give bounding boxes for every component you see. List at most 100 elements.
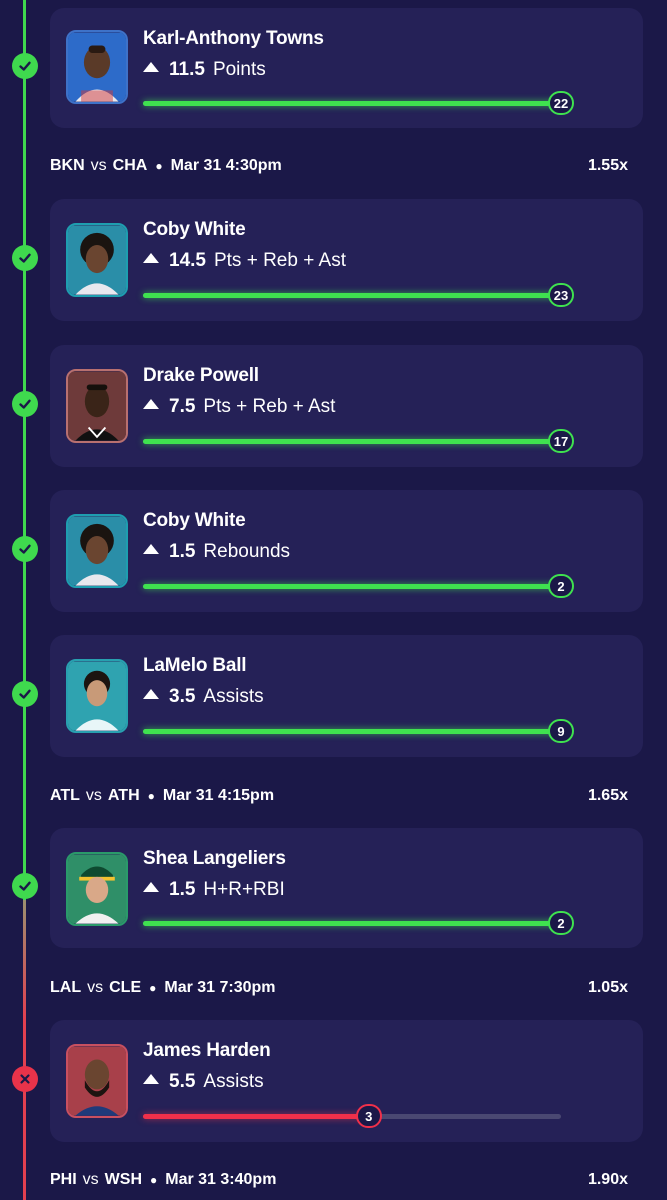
pick-card[interactable]: LaMelo Ball 3.5 Assists 9: [50, 635, 643, 757]
pick-line: 11.5 Points: [143, 59, 266, 81]
team-away: CHA: [112, 157, 148, 174]
team-away: CLE: [109, 979, 142, 996]
line-value: 1.5: [169, 879, 196, 900]
pick-card[interactable]: Shea Langeliers 1.5 H+R+RBI 2: [50, 828, 643, 948]
progress-fill: [143, 439, 561, 444]
stat-type: H+R+RBI: [203, 879, 285, 900]
pick-card[interactable]: Drake Powell 7.5 Pts + Reb + Ast 17: [50, 345, 643, 467]
over-arrow-icon: [143, 62, 159, 72]
matchup-row: BKN vs CHA ● Mar 31 4:30pm 1.55x: [50, 157, 628, 175]
pick-line: 5.5 Assists: [143, 1071, 264, 1093]
actual-value-badge: 22: [548, 91, 574, 115]
over-arrow-icon: [143, 882, 159, 892]
payout-multiplier: 1.05x: [587, 979, 628, 996]
check-icon: [12, 53, 38, 79]
progress-track: 22: [143, 91, 574, 115]
over-arrow-icon: [143, 689, 159, 699]
check-icon: [12, 245, 38, 271]
pick-card[interactable]: Karl-Anthony Towns 11.5 Points 22: [50, 8, 643, 128]
stat-type: Assists: [203, 686, 264, 707]
stat-type: Rebounds: [203, 541, 291, 562]
avatar: [66, 30, 128, 104]
avatar: [66, 223, 128, 297]
player-name: James Harden: [143, 1040, 271, 1061]
check-icon: [12, 391, 38, 417]
picks-feed: Karl-Anthony Towns 11.5 Points 22 BKN vs…: [0, 0, 667, 1200]
pick-line: 3.5 Assists: [143, 686, 264, 708]
progress-track: 17: [143, 429, 574, 453]
vs-label: vs: [82, 1171, 99, 1188]
progress-fill: [143, 921, 561, 926]
pick-line: 1.5 Rebounds: [143, 541, 290, 563]
pick-line: 7.5 Pts + Reb + Ast: [143, 396, 335, 418]
game-time: Mar 31 4:15pm: [162, 787, 275, 804]
vs-label: vs: [85, 787, 102, 804]
matchup-row: PHI vs WSH ● Mar 31 3:40pm 1.90x: [50, 1171, 628, 1189]
pick-line: 14.5 Pts + Reb + Ast: [143, 250, 346, 272]
progress-track: 2: [143, 911, 574, 935]
player-name: Coby White: [143, 510, 246, 531]
separator-dot: ●: [150, 1173, 158, 1187]
progress-track: 9: [143, 719, 574, 743]
check-icon: [12, 536, 38, 562]
payout-multiplier: 1.90x: [587, 1171, 628, 1188]
line-value: 14.5: [169, 250, 206, 271]
progress-track: 23: [143, 283, 574, 307]
stat-type: Pts + Reb + Ast: [203, 396, 336, 417]
avatar: [66, 369, 128, 443]
progress-fill: [143, 729, 561, 734]
vs-label: vs: [90, 157, 107, 174]
payout-multiplier: 1.65x: [587, 787, 628, 804]
pick-card[interactable]: Coby White 1.5 Rebounds 2: [50, 490, 643, 612]
team-away: ATH: [107, 787, 140, 804]
progress-track: 3: [143, 1104, 561, 1128]
timeline-rail-transition: [23, 900, 26, 1020]
pick-card[interactable]: Coby White 14.5 Pts + Reb + Ast 23: [50, 199, 643, 321]
line-value: 7.5: [169, 396, 196, 417]
progress-track: 2: [143, 574, 574, 598]
team-home: BKN: [50, 157, 85, 174]
game-time: Mar 31 7:30pm: [164, 979, 276, 996]
over-arrow-icon: [143, 399, 159, 409]
separator-dot: ●: [149, 981, 157, 995]
game-time: Mar 31 4:30pm: [170, 157, 282, 174]
actual-value-badge: 23: [548, 283, 574, 307]
progress-fill: [143, 293, 561, 298]
team-home: PHI: [50, 1171, 77, 1188]
matchup-row: ATL vs ATH ● Mar 31 4:15pm 1.65x: [50, 787, 628, 805]
avatar: [66, 1044, 128, 1118]
team-home: ATL: [50, 787, 80, 804]
pick-line: 1.5 H+R+RBI: [143, 879, 285, 901]
actual-value-badge: 2: [548, 574, 574, 598]
player-name: Coby White: [143, 219, 246, 240]
team-home: LAL: [50, 979, 82, 996]
team-away: WSH: [104, 1171, 142, 1188]
line-value: 1.5: [169, 541, 196, 562]
stat-type: Points: [212, 59, 266, 80]
check-icon: [12, 873, 38, 899]
avatar: [66, 659, 128, 733]
avatar: [66, 852, 128, 926]
player-name: Drake Powell: [143, 365, 259, 386]
player-name: Shea Langeliers: [143, 848, 286, 869]
line-value: 5.5: [169, 1071, 196, 1092]
vs-label: vs: [87, 979, 104, 996]
progress-fill: [143, 101, 561, 106]
line-value: 11.5: [169, 59, 205, 80]
check-icon: [12, 681, 38, 707]
matchup-row: LAL vs CLE ● Mar 31 7:30pm 1.05x: [50, 979, 628, 997]
avatar: [66, 514, 128, 588]
x-icon: [12, 1066, 38, 1092]
separator-dot: ●: [155, 159, 163, 173]
game-time: Mar 31 3:40pm: [165, 1171, 277, 1188]
stat-type: Assists: [203, 1071, 264, 1092]
payout-multiplier: 1.55x: [587, 157, 628, 174]
player-name: Karl-Anthony Towns: [143, 28, 324, 49]
over-arrow-icon: [143, 1074, 159, 1084]
timeline-rail: [23, 0, 26, 900]
pick-card[interactable]: James Harden 5.5 Assists 3: [50, 1020, 643, 1142]
progress-fill: [143, 1114, 369, 1119]
stat-type: Pts + Reb + Ast: [213, 250, 347, 271]
actual-value-badge: 17: [548, 429, 574, 453]
actual-value-badge: 2: [548, 911, 574, 935]
